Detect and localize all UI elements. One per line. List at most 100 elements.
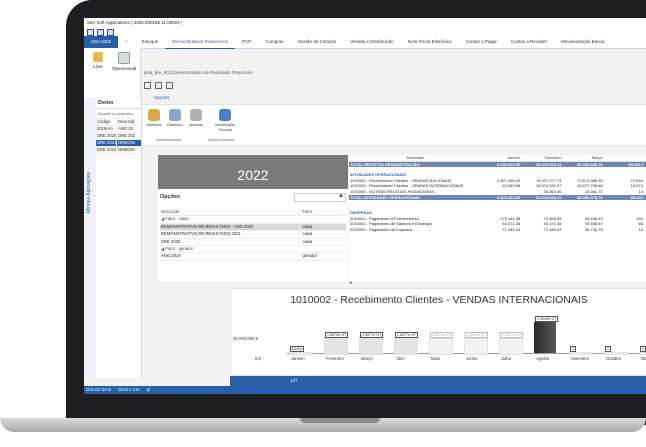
- group-label: ◢ Fator : gerador: [161, 246, 194, 252]
- chart-title: 1010002 - Recebimento Clientes - VENDAS …: [290, 294, 588, 306]
- status-bar: DULCE DIAS DIAS e CIA pt: [84, 386, 646, 394]
- chart-bar[interactable]: [464, 338, 488, 355]
- tab-compras[interactable]: Compras: [258, 36, 290, 48]
- informacao-tecnica-button[interactable]: Informação Técnica: [212, 109, 238, 132]
- cell-value: 71.189,03: [502, 226, 521, 232]
- data-label: 0: [605, 345, 611, 352]
- table-row-selected[interactable]: DRE 2021 DEMONI: [96, 140, 141, 147]
- data-label: 1,6574e+07: [430, 332, 454, 339]
- cell-value: 12.: [638, 226, 644, 232]
- data-label: 0: [640, 345, 646, 352]
- save-icon[interactable]: [87, 28, 94, 36]
- livre-button[interactable]: Livre: [86, 52, 110, 69]
- chart-bar[interactable]: [604, 351, 628, 355]
- operacional-button[interactable]: Operacional: [112, 52, 136, 71]
- y-tick-label: 0,0: [255, 356, 261, 361]
- table-row[interactable]: DRE 2020 caixa: [160, 238, 346, 247]
- table-row[interactable]: DEMONSTRATIVO DE RESULTADO 2021 caixa: [160, 231, 346, 239]
- x-tick-label: Janeiro: [291, 356, 305, 361]
- minhas-aplicacoes-label[interactable]: Minhas Aplicações: [86, 172, 92, 213]
- row-desc: DEMONI: [118, 140, 135, 145]
- chart-bar[interactable]: [289, 351, 313, 355]
- document-toolbar: [144, 82, 173, 89]
- group-label: ◢ Fator : caixa: [161, 216, 189, 222]
- data-label: 62064: [290, 345, 304, 352]
- anexos-button[interactable]: Anexos: [186, 109, 206, 128]
- data-label: 1,6574e+07: [325, 332, 349, 339]
- tab-contas-receber[interactable]: Contas a Receber: [504, 36, 554, 48]
- tab-nfe[interactable]: Nota Fiscal Eletrônica: [401, 36, 459, 48]
- livre-label: Livre: [93, 64, 103, 69]
- drag-hint: Arraste o cabeçalho: [96, 109, 141, 119]
- x-tick-label: Março: [361, 356, 373, 361]
- chart-bar[interactable]: [394, 338, 418, 355]
- col-fator[interactable]: Fator: [299, 209, 346, 216]
- chart-bar[interactable]: [429, 338, 453, 355]
- col-janeiro[interactable]: Janeiro: [481, 155, 522, 161]
- close-tab-icon[interactable]: ×: [118, 36, 135, 48]
- table-row[interactable]: DRE 2022 DEMONI: [96, 147, 141, 154]
- data-label: 1,6574e+07: [500, 332, 524, 339]
- row-fator: caixa: [299, 231, 346, 238]
- group-administracao: Administração: [156, 137, 182, 142]
- tab-pcp[interactable]: PCP: [235, 36, 258, 48]
- group-row[interactable]: ◢ Fator : caixa: [160, 216, 346, 224]
- filter-icon[interactable]: ▼: [338, 194, 344, 200]
- close-icon[interactable]: [144, 82, 151, 89]
- chart-bar[interactable]: [569, 351, 593, 355]
- col-marco[interactable]: Março: [563, 155, 604, 161]
- save-icon[interactable]: [155, 82, 162, 89]
- row-code: DRE 2020: [97, 133, 118, 139]
- x-tick-label: Junho: [466, 356, 478, 361]
- col-descricao[interactable]: Descriçã: [117, 119, 141, 125]
- chart-bar[interactable]: [639, 351, 646, 355]
- historico-label: Histórico: [167, 122, 183, 127]
- data-label: 1,6577e+07: [395, 332, 419, 339]
- historico-button[interactable]: Histórico: [164, 109, 186, 128]
- grid-icon[interactable]: [166, 82, 173, 89]
- row-code: DRE 2022: [97, 147, 118, 153]
- tab-opcoes[interactable]: Opções: [154, 95, 170, 100]
- row-desc: ANO 20: [118, 126, 133, 131]
- navigator-header: Demo: [96, 98, 141, 109]
- data-label: 3,3949e+07: [535, 316, 559, 323]
- row-desc: DRE 2020: [161, 238, 181, 244]
- table-row[interactable]: DRE 2020 DRE 202: [96, 133, 141, 140]
- x-tick-label: Maio: [431, 356, 441, 361]
- document-title: [ssa_dre_001] Demonstrativo de Resultado…: [144, 70, 253, 75]
- tab-vendas[interactable]: Vendas e Distribuição: [343, 36, 401, 48]
- report-header: Descrição Janeiro Fevereiro Março: [349, 155, 646, 162]
- opcoes-table: Descrição Fator ◢ Fator : caixa DEMONSTR…: [160, 209, 346, 261]
- col-descricao[interactable]: Descrição: [349, 155, 481, 161]
- chart-bar[interactable]: [499, 338, 523, 355]
- table-row[interactable]: ANO 2019 gerador: [160, 253, 346, 261]
- window-icon[interactable]: [107, 28, 114, 36]
- chart-bar[interactable]: [324, 338, 348, 355]
- acessos-button[interactable]: Acessos: [144, 109, 164, 128]
- col-next-month[interactable]: [605, 155, 646, 161]
- tab-estoque[interactable]: Estoque: [135, 36, 166, 48]
- report-body: TOTAL RECEITAS DEMONSTRAÇÃO 3.436.923,96 9…: [349, 161, 646, 233]
- data-label: 1,6577e+07: [360, 332, 384, 339]
- table-row[interactable]: 2019/AA ANO 20: [96, 126, 141, 133]
- grid-icon[interactable]: [97, 28, 104, 36]
- scroll-left-icon[interactable]: ◂: [349, 280, 352, 286]
- col-descricao[interactable]: Descrição: [160, 209, 299, 215]
- col-codigo[interactable]: Código: [96, 119, 118, 125]
- tab-demonstrativos[interactable]: Demonstrativos Financeiros: [165, 36, 235, 49]
- tab-ssa[interactable]: SSA 2022: [84, 36, 119, 48]
- tab-movimentacao[interactable]: Movimentação Bancá: [554, 36, 611, 48]
- opcoes-header: Descrição Fator: [160, 209, 346, 217]
- folder-icon: [93, 52, 103, 62]
- chart-bar[interactable]: [359, 338, 383, 355]
- chart-bar[interactable]: [534, 322, 556, 353]
- table-row[interactable]: 2010003 - Pagamento de Impostos 71.189,03…: [349, 227, 646, 233]
- table-row-selected[interactable]: DEMONSTRATIVO DE RESULTADO - ANO 2022 ca…: [160, 223, 346, 232]
- tab-contas-pagar[interactable]: Contas a Pagar: [459, 36, 504, 48]
- data-label: 1,6574e+07: [465, 332, 489, 339]
- row-desc: DEMONI: [118, 147, 135, 152]
- row-desc: DRE 202: [118, 133, 136, 138]
- group-row[interactable]: ◢ Fator : gerador: [160, 246, 346, 254]
- tab-gestao-cotacao[interactable]: Gestão de Cotação: [291, 36, 344, 48]
- col-fevereiro[interactable]: Fevereiro: [522, 155, 563, 161]
